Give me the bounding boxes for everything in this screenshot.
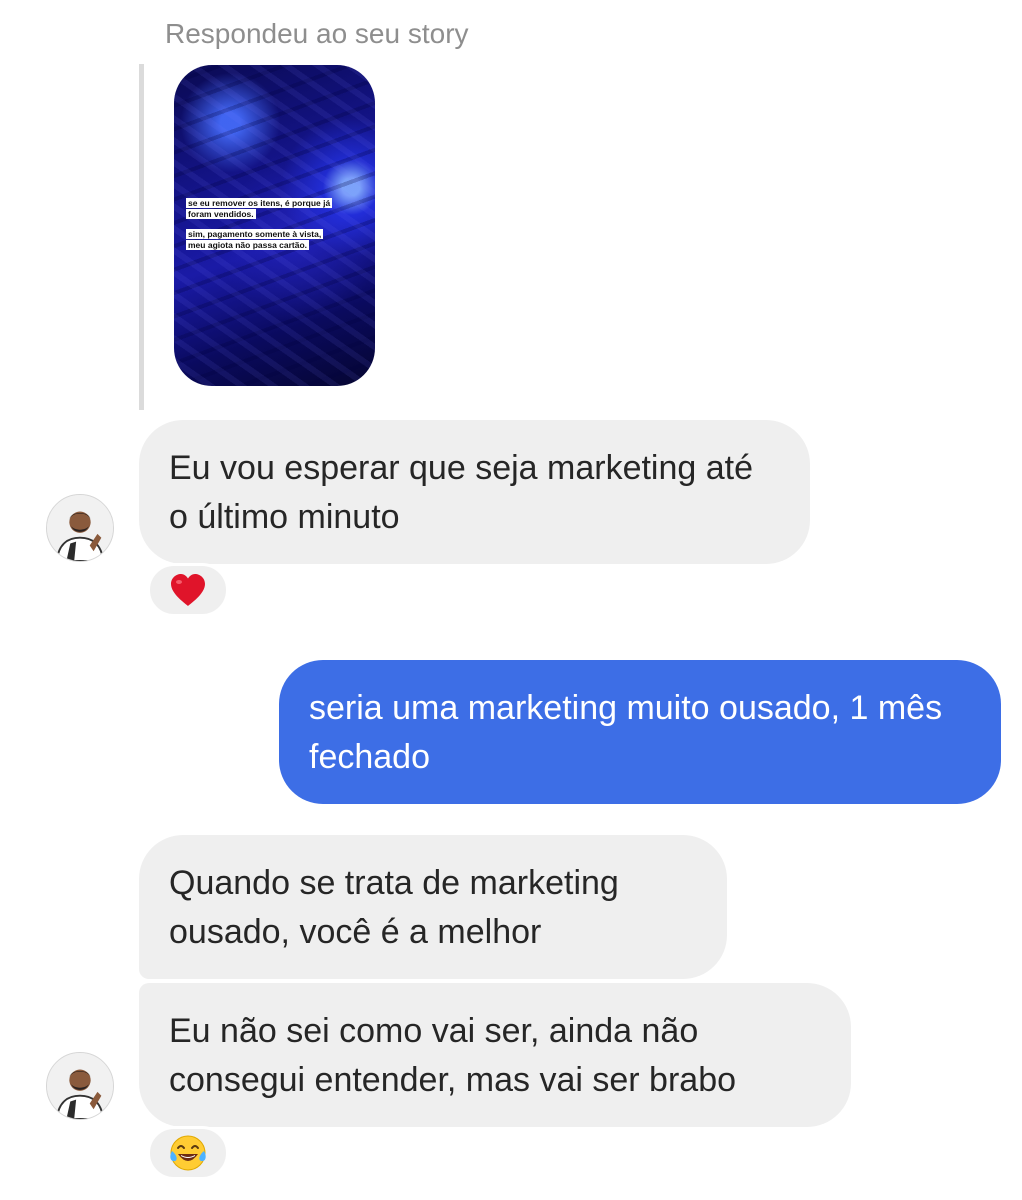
message-text: seria uma marketing muito ousado, 1 mês …	[309, 689, 943, 776]
message-bubble-incoming[interactable]: Quando se trata de marketing ousado, voc…	[139, 835, 727, 979]
story-text-line-1: se eu remover os itens, é porque já fora…	[186, 198, 333, 219]
story-quote-bar	[139, 64, 144, 410]
message-bubble-incoming[interactable]: Eu não sei como vai ser, ainda não conse…	[139, 983, 851, 1127]
message-text: Eu vou esperar que seja marketing até o …	[169, 449, 754, 536]
message-bubble-outgoing[interactable]: seria uma marketing muito ousado, 1 mês …	[279, 660, 1001, 804]
avatar[interactable]	[46, 494, 114, 562]
laughing-tears-icon	[169, 1134, 207, 1172]
story-image-background	[174, 65, 375, 386]
heart-icon	[169, 573, 207, 607]
story-reply-caption: Respondeu ao seu story	[165, 18, 469, 49]
message-text: Quando se trata de marketing ousado, voc…	[169, 864, 619, 951]
avatar-person-icon	[47, 1053, 113, 1119]
message-bubble-incoming[interactable]: Eu vou esperar que seja marketing até o …	[139, 420, 810, 564]
avatar-person-icon	[47, 495, 113, 561]
message-text: Eu não sei como vai ser, ainda não conse…	[169, 1012, 737, 1099]
avatar[interactable]	[46, 1052, 114, 1120]
story-text-line-2: sim, pagamento somente à vista, meu agio…	[186, 229, 324, 250]
message-reaction[interactable]	[147, 1126, 229, 1180]
story-thumbnail[interactable]: se eu remover os itens, é porque já fora…	[174, 65, 375, 386]
message-reaction[interactable]	[147, 563, 229, 617]
